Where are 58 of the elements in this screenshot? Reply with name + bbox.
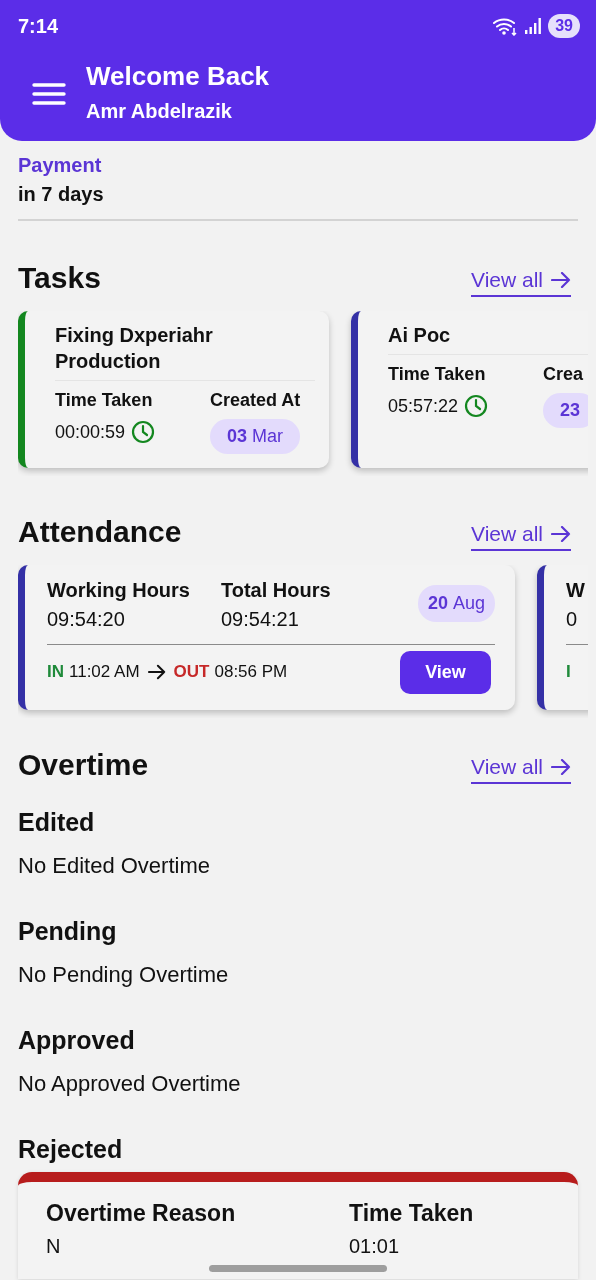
empty-message: No Edited Overtime: [18, 852, 211, 880]
user-name: Amr Abdelrazik: [86, 99, 233, 124]
created-at-label: Created At: [210, 389, 301, 412]
section-title: Overtime: [18, 747, 149, 783]
overtime-reason-label: Overtime Reason: [46, 1199, 237, 1227]
time-taken-label: Time Taken: [55, 389, 154, 412]
wifi-icon: [492, 16, 519, 36]
date-chip: 03 Mar: [210, 419, 301, 454]
time-taken-label: Time Taken: [349, 1199, 474, 1227]
working-hours-value: 0: [566, 607, 579, 632]
group-title: Pending: [18, 916, 118, 946]
time-taken-label: Time Taken: [388, 363, 487, 386]
check-out-label: OUT: [173, 662, 210, 682]
task-title: Fixing Dxperiahr Production: [55, 323, 214, 374]
arrow-icon: [551, 271, 571, 288]
clock-time: 7:14: [18, 14, 59, 38]
view-all-link[interactable]: View all: [471, 521, 571, 551]
check-in-label: I: [566, 662, 571, 682]
arrow-icon: [551, 525, 571, 542]
group-title: Edited: [18, 807, 96, 837]
time-taken-value: 00:00:59: [55, 421, 126, 443]
view-all-link[interactable]: View all: [471, 267, 571, 297]
working-hours-label: Working Hours: [47, 578, 191, 603]
check-in-time: 11:02 AM: [69, 662, 140, 682]
payment-label: Payment: [18, 153, 103, 178]
view-button[interactable]: View: [400, 650, 491, 694]
date-chip: 23: [543, 393, 588, 428]
arrow-icon: [551, 758, 571, 775]
total-hours-label: Total Hours: [221, 578, 332, 603]
empty-message: No Approved Overtime: [18, 1070, 242, 1098]
clock-icon: [464, 394, 489, 418]
menu-icon: [32, 82, 66, 106]
menu-button[interactable]: [32, 82, 66, 106]
arrow-icon: [147, 664, 166, 680]
clock-icon: [131, 420, 156, 444]
payment-due: in 7 days: [18, 182, 105, 207]
welcome-title: Welcome Back: [86, 60, 270, 92]
group-title: Rejected: [18, 1134, 124, 1164]
group-title: Approved: [18, 1025, 136, 1055]
check-out-time: 08:56 PM: [214, 662, 288, 682]
signal-icon: [524, 17, 543, 35]
battery-indicator: 39: [548, 14, 580, 38]
created-at-label: Crea: [543, 363, 585, 386]
task-card[interactable]: Fixing Dxperiahr Production Time Taken 00:00:59 Created At 03 Mar: [18, 311, 329, 468]
total-hours-value: 09:54:21: [221, 607, 300, 632]
date-chip: 20 Aug: [417, 585, 495, 622]
empty-message: No Pending Overtime: [18, 961, 230, 989]
task-card[interactable]: Ai Poc Time Taken 05:57:22 Crea 23: [351, 311, 588, 468]
section-title: Attendance: [18, 514, 182, 550]
section-title: Tasks: [18, 260, 101, 296]
time-taken-value: 05:57:22: [388, 395, 459, 417]
working-hours-label: W: [566, 578, 586, 603]
working-hours-value: 09:54:20: [47, 607, 126, 632]
view-all-link[interactable]: View all: [471, 754, 571, 784]
check-in-label: IN: [47, 662, 64, 682]
time-taken-value: 01:01: [349, 1234, 401, 1259]
overtime-reason-value: N: [46, 1234, 62, 1259]
task-title: Ai Poc: [388, 323, 452, 348]
